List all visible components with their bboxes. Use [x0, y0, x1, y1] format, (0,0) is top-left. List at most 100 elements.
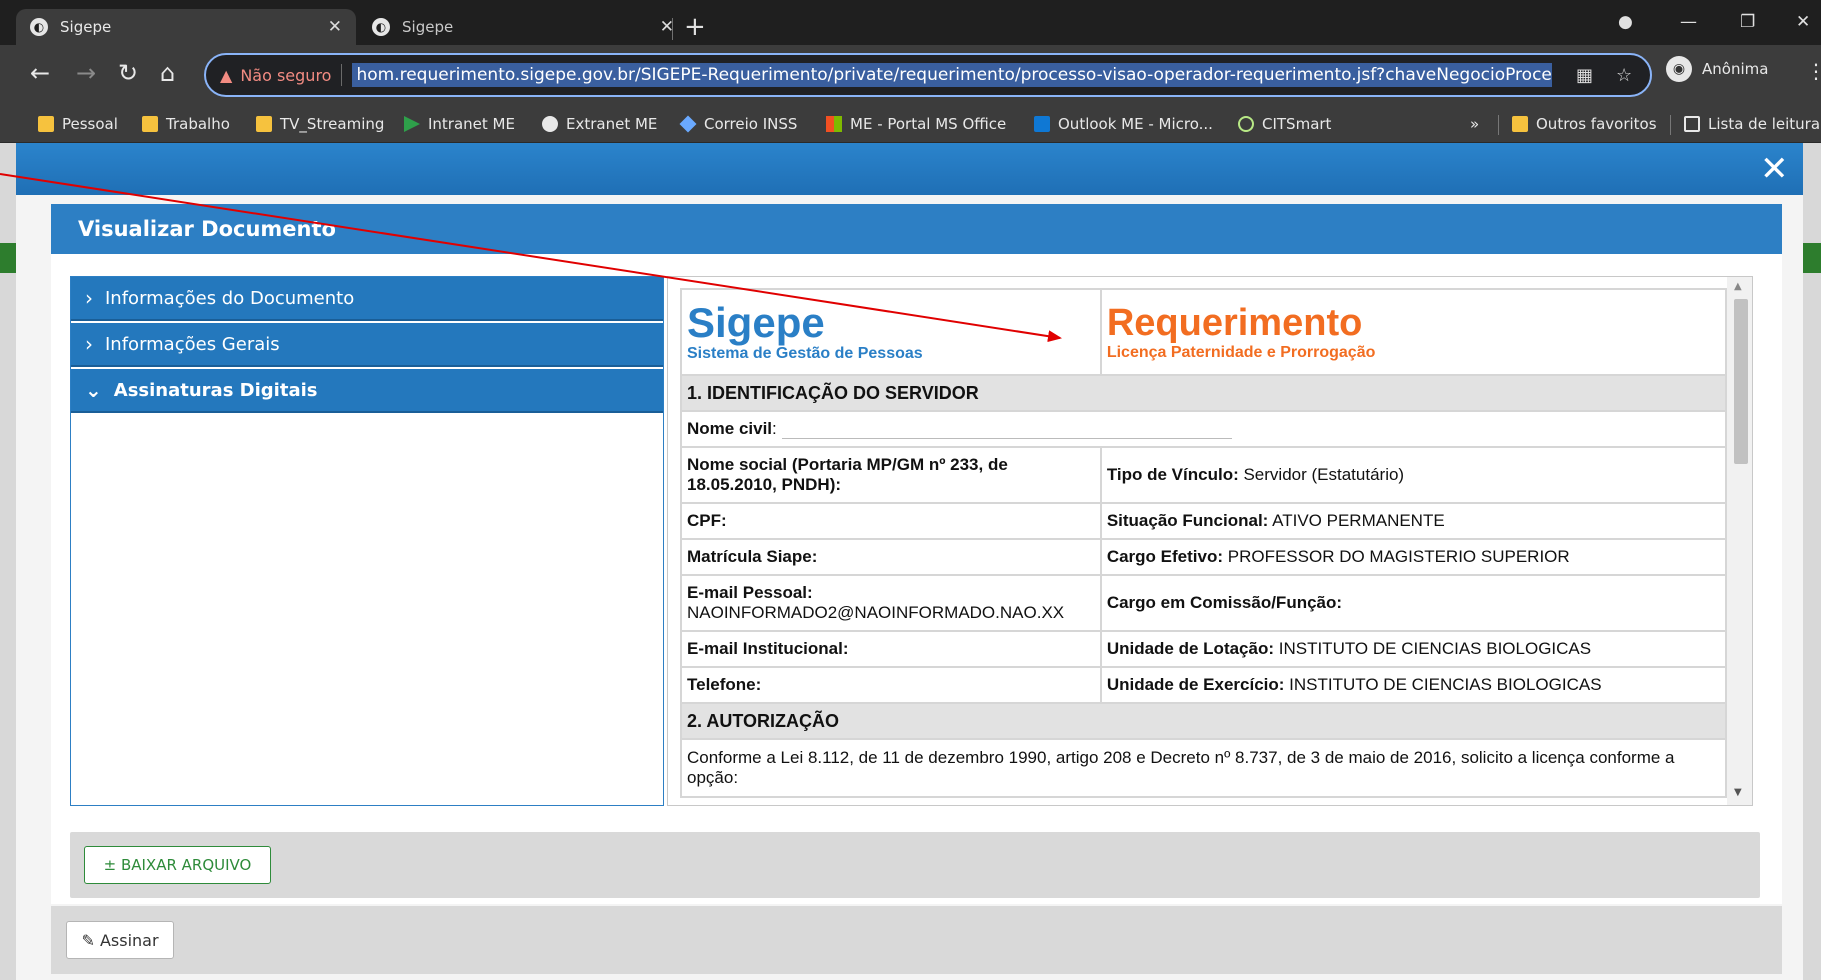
bookmark-extranet-me[interactable]: Extranet ME	[542, 105, 657, 143]
field-label: Matrícula Siape:	[687, 547, 818, 566]
scroll-thumb[interactable]	[1734, 299, 1748, 464]
form-row: Matrícula Siape: Cargo Efetivo: PROFESSO…	[680, 538, 1728, 576]
bookmark-intranet-me[interactable]: Intranet ME	[404, 105, 515, 143]
home-icon[interactable]: ⌂	[160, 59, 175, 87]
bookmark-star-icon[interactable]: ☆	[1616, 65, 1632, 86]
accordion-label: Informações Gerais	[105, 333, 280, 355]
vertical-scrollbar[interactable]: ▲ ▼	[1727, 277, 1752, 805]
bookmark-citsmart[interactable]: CITSmart	[1238, 105, 1331, 143]
nome-civil-cell: Nome civil:	[680, 410, 1727, 448]
panel-title: Visualizar Documento	[51, 204, 1782, 254]
outlook-icon	[1034, 116, 1050, 132]
field-separator: :	[772, 419, 777, 438]
security-label[interactable]: Não seguro	[240, 66, 331, 85]
new-tab-button[interactable]: +	[684, 12, 706, 42]
tab-title: Sigepe	[402, 18, 454, 36]
accordion-digital-signatures[interactable]: ⌄ Assinaturas Digitais	[71, 369, 663, 413]
bookmark-label: Outros favoritos	[1536, 115, 1657, 133]
bookmark-correio-inss[interactable]: Correio INSS	[679, 105, 797, 143]
field-cell: Nome social (Portaria MP/GM nº 233, de 1…	[680, 446, 1102, 504]
field-label: Cargo em Comissão/Função:	[1106, 593, 1343, 612]
modal-header	[16, 143, 1803, 195]
field-cell: Telefone:	[680, 666, 1102, 704]
bookmark-other-favorites[interactable]: Outros favoritos	[1512, 105, 1657, 143]
qr-code-icon[interactable]: ▦	[1576, 65, 1593, 86]
page-accent-right	[1803, 243, 1821, 273]
field-label: E-mail Pessoal:	[687, 583, 813, 602]
bookmark-tv-streaming[interactable]: TV_Streaming	[256, 105, 384, 143]
bookmark-label: CITSmart	[1262, 115, 1332, 133]
arrow-icon	[404, 116, 420, 132]
field-cell: Cargo Efetivo: PROFESSOR DO MAGISTERIO S…	[1099, 538, 1728, 576]
sign-button[interactable]: ✎ Assinar	[66, 921, 174, 959]
reading-list-icon	[1684, 116, 1700, 132]
document-title: Requerimento	[1106, 302, 1363, 344]
url-text[interactable]: hom.requerimento.sigepe.gov.br/SIGEPE-Re…	[352, 63, 1553, 87]
folder-icon	[142, 116, 158, 132]
form-row: CPF: Situação Funcional: ATIVO PERMANENT…	[680, 502, 1728, 540]
field-cell: Tipo de Vínculo: Servidor (Estatutário)	[1099, 446, 1728, 504]
field-label: Cargo Efetivo:	[1106, 547, 1224, 566]
field-label: Telefone:	[687, 675, 762, 694]
brand-cell: Sigepe Sistema de Gestão de Pessoas	[680, 288, 1102, 376]
tab-search-icon[interactable]: ●	[1618, 12, 1633, 32]
field-label: CPF:	[687, 511, 727, 530]
accordion-general-info[interactable]: › Informações Gerais	[71, 323, 663, 367]
bookmarks-overflow-button[interactable]: »	[1470, 105, 1479, 143]
tab-divider	[672, 18, 673, 40]
window-close-icon[interactable]: ✕	[1796, 12, 1810, 32]
bookmark-pessoal[interactable]: Pessoal	[38, 105, 118, 143]
bookmark-divider	[1498, 115, 1499, 135]
minimize-icon[interactable]: —	[1680, 12, 1697, 32]
document-viewer[interactable]: Sigepe Sistema de Gestão de Pessoas Requ…	[667, 276, 1753, 806]
accordion-document-info[interactable]: › Informações do Documento	[71, 277, 663, 321]
accordion-label: Informações do Documento	[105, 287, 355, 309]
field-label: E-mail Institucional:	[687, 639, 849, 658]
download-file-button[interactable]: ± BAIXAR ARQUIVO	[84, 846, 271, 884]
form-row: Nome social (Portaria MP/GM nº 233, de 1…	[680, 446, 1728, 504]
bookmark-ms-office[interactable]: ME - Portal MS Office	[826, 105, 1006, 143]
field-label: Situação Funcional:	[1106, 511, 1269, 530]
bookmark-label: ME - Portal MS Office	[850, 115, 1007, 133]
bookmark-outlook[interactable]: Outlook ME - Micro...	[1034, 105, 1213, 143]
field-cell: Matrícula Siape:	[680, 538, 1102, 576]
citsmart-icon	[1238, 116, 1254, 132]
bookmark-label: Outlook ME - Micro...	[1058, 115, 1213, 133]
blank-field-line	[781, 425, 1232, 439]
sign-bar	[51, 906, 1782, 974]
bookmark-label: Pessoal	[62, 115, 118, 133]
scroll-up-icon[interactable]: ▲	[1734, 281, 1742, 292]
scroll-down-icon[interactable]: ▼	[1734, 787, 1742, 798]
incognito-profile[interactable]: ◉ Anônima	[1666, 56, 1768, 82]
modal-close-icon[interactable]: ✕	[1760, 152, 1789, 186]
browser-tab-strip: ◐ Sigepe ✕ ◐ Sigepe ✕ + ● — ❐ ✕	[0, 0, 1821, 45]
bookmark-label: TV_Streaming	[280, 115, 385, 133]
tab-sigepe-active[interactable]: ◐ Sigepe ✕	[16, 9, 356, 45]
reload-icon[interactable]: ↻	[118, 59, 138, 87]
back-arrow-icon[interactable]: ←	[30, 59, 50, 87]
page-accent-left	[0, 243, 16, 273]
folder-icon	[256, 116, 272, 132]
field-value: Servidor (Estatutário)	[1238, 465, 1405, 484]
reading-list-button[interactable]: Lista de leitura	[1684, 105, 1820, 143]
field-label: Tipo de Vínculo:	[1106, 465, 1239, 484]
incognito-icon: ◉	[1666, 56, 1692, 82]
bookmark-label: Intranet ME	[428, 115, 515, 133]
bookmark-trabalho[interactable]: Trabalho	[142, 105, 230, 143]
field-value: INSTITUTO DE CIENCIAS BIOLOGICAS	[1274, 639, 1592, 658]
tab-sigepe-inactive[interactable]: ◐ Sigepe ✕	[358, 9, 688, 45]
warning-icon: ▲	[220, 65, 233, 85]
field-cell: CPF:	[680, 502, 1102, 540]
bookmark-label: Extranet ME	[566, 115, 658, 133]
diamond-icon	[679, 115, 697, 133]
document-subtitle: Licença Paternidade e Prorrogação	[1106, 344, 1376, 361]
profile-label: Anônima	[1702, 60, 1769, 78]
restore-icon[interactable]: ❐	[1740, 12, 1755, 32]
menu-kebab-icon[interactable]: ⋮	[1806, 59, 1821, 83]
bookmarks-bar: Pessoal Trabalho TV_Streaming Intranet M…	[0, 105, 1821, 143]
forward-arrow-icon[interactable]: →	[76, 59, 96, 87]
close-tab-icon[interactable]: ✕	[328, 17, 342, 37]
address-bar[interactable]: ▲ Não seguro hom.requerimento.sigepe.gov…	[204, 53, 1652, 97]
form-header-row: Sigepe Sistema de Gestão de Pessoas Requ…	[680, 288, 1728, 376]
field-label: Nome social (Portaria MP/GM nº 233, de 1…	[687, 455, 1008, 494]
